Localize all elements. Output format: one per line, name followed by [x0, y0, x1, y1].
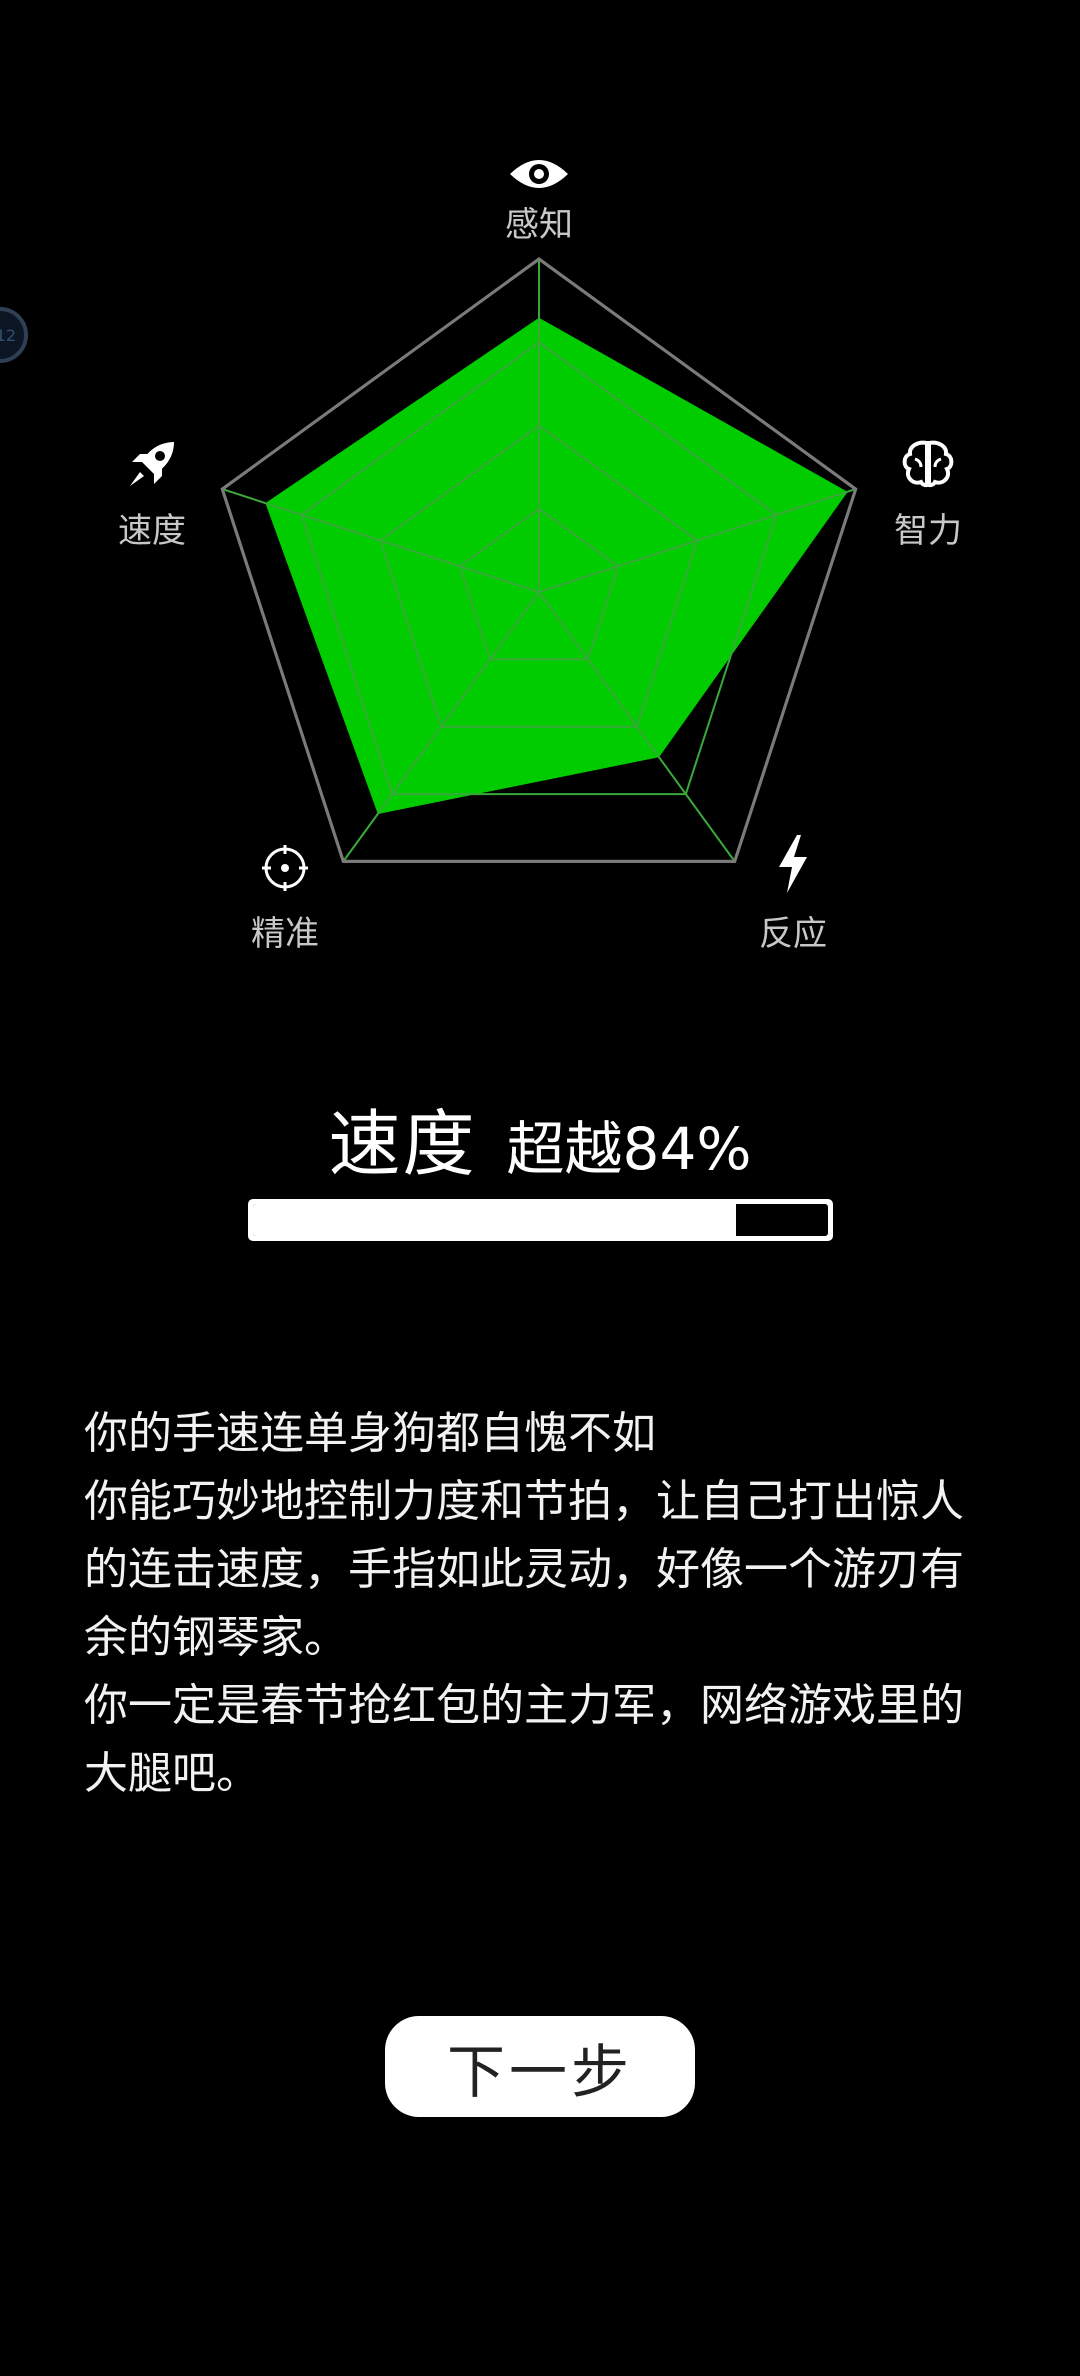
rocket-icon — [124, 436, 180, 496]
description-line: 你一定是春节抢红包的主力军，网络游戏里的大腿吧。 — [84, 1680, 964, 1799]
next-step-button[interactable]: 下一步 — [385, 2016, 695, 2117]
radar-chart: 感知 智力 反应 精准 速度 — [0, 0, 1080, 1000]
description-line: 你的手速连单身狗都自愧不如 — [84, 1408, 656, 1459]
crosshair-icon — [261, 844, 309, 896]
axis-label-reaction: 反应 — [759, 914, 827, 954]
floating-badge-text: 12 — [0, 325, 16, 345]
result-category: 速度 — [328, 1102, 477, 1186]
axis-label-intelligence: 智力 — [894, 511, 962, 551]
axis-label-perception: 感知 — [505, 205, 573, 245]
progress-track — [253, 1204, 828, 1236]
result-description: 你的手速连单身狗都自愧不如 你能巧妙地控制力度和节拍，让自己打出惊人的连击速度，… — [84, 1400, 1004, 1808]
brain-icon — [901, 439, 955, 493]
axis-label-precision: 精准 — [251, 914, 319, 954]
lightning-icon — [775, 835, 811, 897]
description-line: 你能巧妙地控制力度和节拍，让自己打出惊人的连击速度，手指如此灵动，好像一个游刃有… — [84, 1476, 964, 1663]
radar-svg — [220, 257, 858, 863]
axis-label-speed: 速度 — [118, 511, 186, 551]
eye-icon — [508, 154, 570, 198]
progress-fill — [253, 1204, 736, 1236]
result-percent: 超越84% — [506, 1115, 752, 1183]
result-headline: 速度 超越84% — [0, 1085, 1080, 1190]
result-progress-bar — [248, 1199, 833, 1241]
